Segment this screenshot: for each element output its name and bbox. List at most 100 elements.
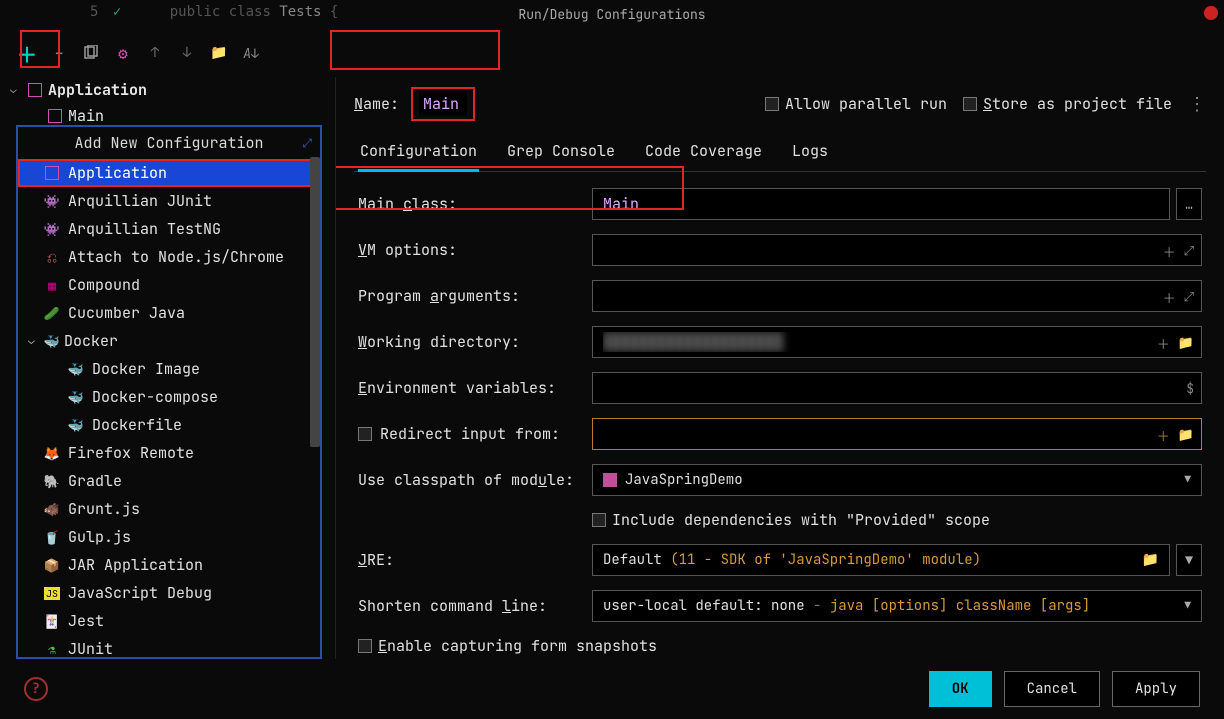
expand-icon[interactable]: ⤢ bbox=[1184, 288, 1194, 307]
scrollbar[interactable] bbox=[310, 157, 320, 447]
popup-item-javascript-debug[interactable]: JSJavaScript Debug bbox=[18, 579, 320, 607]
popup-item-label: Cucumber Java bbox=[68, 303, 185, 323]
arrow-down-icon[interactable]: ↓ bbox=[178, 44, 196, 62]
popup-item-cucumber-java[interactable]: 🥒 Cucumber Java bbox=[18, 299, 320, 327]
popup-item-gulp-js[interactable]: 🥤Gulp.js bbox=[18, 523, 320, 551]
toolbar: ＋ − ⚙ ↑ ↓ 📁 A↓ bbox=[0, 29, 1224, 77]
gulp-icon: 🥤 bbox=[44, 529, 60, 545]
dollar-icon[interactable]: $ bbox=[1186, 380, 1194, 397]
cancel-button[interactable]: Cancel bbox=[1004, 671, 1100, 707]
tab-configuration[interactable]: Configuration bbox=[358, 135, 479, 171]
browse-folder-icon[interactable]: 📁 bbox=[1178, 334, 1194, 353]
browse-folder-icon[interactable]: 📁 bbox=[1178, 426, 1194, 445]
popup-item-dockerfile[interactable]: 🐳Dockerfile bbox=[18, 411, 320, 439]
tree-root-application[interactable]: ⌄ Application bbox=[4, 77, 331, 103]
attach-icon: ⎌ bbox=[44, 249, 60, 265]
more-options-icon[interactable]: ⋮ bbox=[1188, 93, 1206, 116]
popup-item-firefox-remote[interactable]: 🦊Firefox Remote bbox=[18, 439, 320, 467]
jre-dropdown[interactable]: Default (11 - SDK of 'JavaSpringDemo' mo… bbox=[592, 544, 1170, 576]
alien-icon: 👾 bbox=[44, 193, 60, 209]
help-icon[interactable]: ? bbox=[24, 677, 48, 701]
compound-icon: ▦ bbox=[44, 277, 60, 293]
popup-item-label: Attach to Node.js/Chrome bbox=[68, 247, 284, 267]
chevron-down-icon: ⌄ bbox=[10, 83, 22, 97]
add-configuration-popup: Add New Configuration ⤢ Application👾Arqu… bbox=[16, 125, 322, 659]
popup-item-arquillian-testng[interactable]: 👾Arquillian TestNG bbox=[18, 215, 320, 243]
expand-icon[interactable]: ⤢ bbox=[302, 135, 312, 151]
gear-icon[interactable]: ⚙ bbox=[114, 44, 132, 62]
popup-item-label: Docker bbox=[64, 331, 118, 351]
module-icon bbox=[603, 473, 617, 487]
folder-icon[interactable]: 📁 bbox=[210, 44, 228, 62]
checkbox-icon bbox=[765, 97, 779, 111]
tab-grep-console[interactable]: Grep Console bbox=[505, 135, 617, 171]
browse-button[interactable]: … bbox=[1176, 188, 1202, 220]
popup-item-arquillian-junit[interactable]: 👾 Arquillian JUnit bbox=[18, 187, 320, 215]
enable-snapshots-checkbox[interactable]: Enable capturing form snapshots bbox=[358, 636, 657, 656]
popup-item-label: Jest bbox=[68, 611, 104, 631]
popup-item-attach-to-node-js-chrome[interactable]: ⎌ Attach to Node.js/Chrome bbox=[18, 243, 320, 271]
docker-icon: 🐳 bbox=[68, 389, 84, 405]
popup-item-application[interactable]: Application bbox=[18, 159, 320, 187]
remove-icon[interactable]: − bbox=[50, 44, 68, 62]
application-icon bbox=[28, 83, 42, 97]
program-arguments-input[interactable] bbox=[592, 280, 1202, 312]
add-macro-icon[interactable]: ＋ bbox=[1157, 334, 1170, 353]
allow-parallel-checkbox[interactable]: Allow parallel run bbox=[765, 94, 947, 114]
popup-item-label: Application bbox=[68, 163, 167, 183]
cucumber-icon: 🥒 bbox=[44, 305, 60, 321]
grunt-icon: 🐗 bbox=[44, 501, 60, 517]
app-icon bbox=[44, 165, 60, 181]
gradle-icon: 🐘 bbox=[44, 473, 60, 489]
main-class-input[interactable] bbox=[592, 188, 1170, 220]
classpath-module-dropdown[interactable]: JavaSpringDemo ▼ bbox=[592, 464, 1202, 496]
shorten-cmd-label: Shorten command line: bbox=[358, 596, 580, 616]
browse-folder-icon[interactable]: 📁 bbox=[1142, 551, 1159, 569]
program-arguments-label: Program arguments: bbox=[358, 286, 580, 306]
apply-button[interactable]: Apply bbox=[1112, 671, 1200, 707]
shorten-cmd-dropdown[interactable]: user-local default: none - java [options… bbox=[592, 590, 1202, 622]
popup-item-label: Arquillian JUnit bbox=[68, 191, 212, 211]
redirect-input-label: Redirect input from: bbox=[358, 424, 580, 444]
add-macro-icon[interactable]: ＋ bbox=[1163, 242, 1176, 261]
include-provided-checkbox[interactable]: Include dependencies with "Provided" sco… bbox=[592, 510, 990, 530]
sort-az-icon[interactable]: A↓ bbox=[242, 44, 260, 62]
redirect-input-input[interactable] bbox=[592, 418, 1202, 450]
arrow-up-icon[interactable]: ↑ bbox=[146, 44, 164, 62]
main-class-label: Main class: bbox=[358, 194, 580, 214]
tabs: Configuration Grep Console Code Coverage… bbox=[354, 135, 1206, 172]
bottom-bar: ? OK Cancel Apply bbox=[0, 659, 1224, 719]
popup-item-label: Firefox Remote bbox=[68, 443, 194, 463]
ok-button[interactable]: OK bbox=[929, 671, 992, 707]
popup-item-compound[interactable]: ▦ Compound bbox=[18, 271, 320, 299]
store-project-file-checkbox[interactable]: Store as project file bbox=[963, 94, 1172, 114]
popup-item-docker[interactable]: ⌄🐳Docker bbox=[18, 327, 320, 355]
add-macro-icon[interactable]: ＋ bbox=[1157, 426, 1170, 445]
env-variables-input[interactable] bbox=[592, 372, 1202, 404]
popup-item-junit[interactable]: ⚗JUnit bbox=[18, 635, 320, 659]
tab-code-coverage[interactable]: Code Coverage bbox=[643, 135, 764, 171]
name-input[interactable] bbox=[419, 92, 467, 116]
tab-logs[interactable]: Logs bbox=[790, 135, 830, 171]
chevron-down-icon: ▼ bbox=[1184, 473, 1191, 487]
popup-item-jar-application[interactable]: 📦JAR Application bbox=[18, 551, 320, 579]
popup-item-docker-compose[interactable]: 🐳Docker-compose bbox=[18, 383, 320, 411]
window-close-button[interactable] bbox=[1204, 6, 1218, 20]
popup-item-gradle[interactable]: 🐘Gradle bbox=[18, 467, 320, 495]
classpath-label: Use classpath of module: bbox=[358, 470, 580, 490]
add-icon[interactable]: ＋ bbox=[18, 44, 36, 62]
copy-icon[interactable] bbox=[82, 44, 100, 62]
working-directory-input[interactable] bbox=[592, 326, 1202, 358]
expand-icon[interactable]: ⤢ bbox=[1184, 242, 1194, 261]
jre-chevron-button[interactable]: ▼ bbox=[1176, 544, 1202, 576]
popup-item-grunt-js[interactable]: 🐗Grunt.js bbox=[18, 495, 320, 523]
docker-icon: 🐳 bbox=[68, 417, 84, 433]
popup-item-jest[interactable]: 🃏Jest bbox=[18, 607, 320, 635]
vm-options-input[interactable] bbox=[592, 234, 1202, 266]
checkbox-icon[interactable] bbox=[358, 427, 372, 441]
tree-label: Main bbox=[68, 106, 104, 126]
add-macro-icon[interactable]: ＋ bbox=[1163, 288, 1176, 307]
popup-item-label: Compound bbox=[68, 275, 140, 295]
popup-item-docker-image[interactable]: 🐳Docker Image bbox=[18, 355, 320, 383]
docker-icon: 🐳 bbox=[44, 333, 60, 349]
